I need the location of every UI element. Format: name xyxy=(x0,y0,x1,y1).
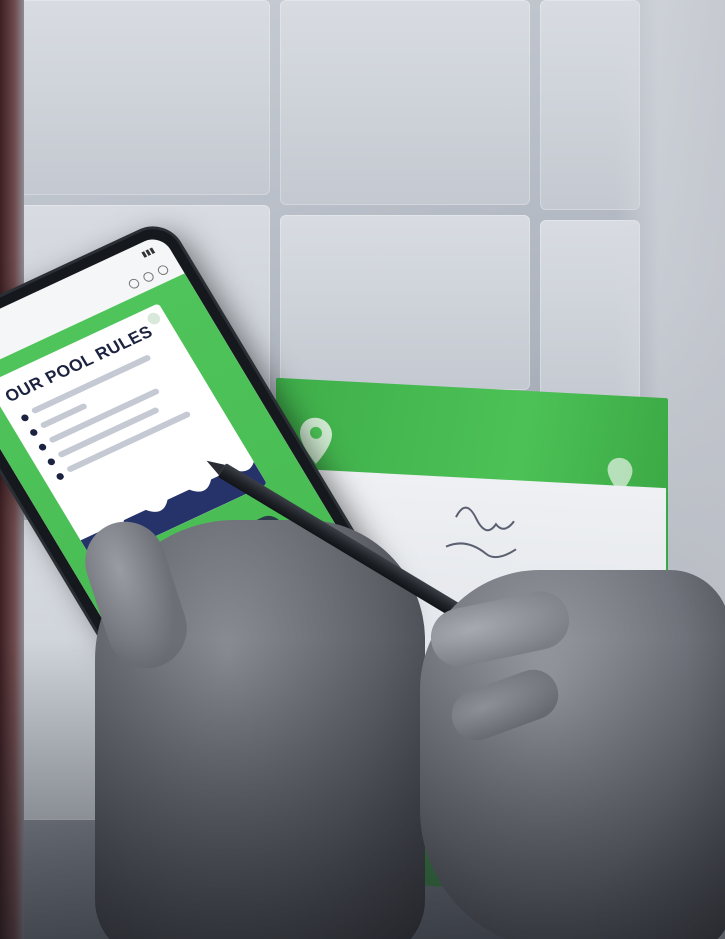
menu-icon[interactable] xyxy=(155,263,171,277)
pool-rules-list xyxy=(19,343,217,488)
bullet-icon xyxy=(28,428,39,438)
bullet-icon xyxy=(19,413,30,423)
settings-icon[interactable] xyxy=(141,270,156,284)
status-icons: ▮▮▮ xyxy=(139,245,157,259)
bullet-icon xyxy=(37,442,48,452)
wall-tile xyxy=(280,0,530,205)
bullet-icon xyxy=(46,457,57,467)
shadow-overlay xyxy=(0,639,725,939)
wall-tile xyxy=(20,0,270,195)
wall-tile xyxy=(280,215,530,390)
bullet-icon xyxy=(55,471,66,481)
home-icon[interactable] xyxy=(126,277,142,291)
photo-scene: ●●● ▮▮▮ ← OUR POOL RULES xyxy=(0,0,725,939)
